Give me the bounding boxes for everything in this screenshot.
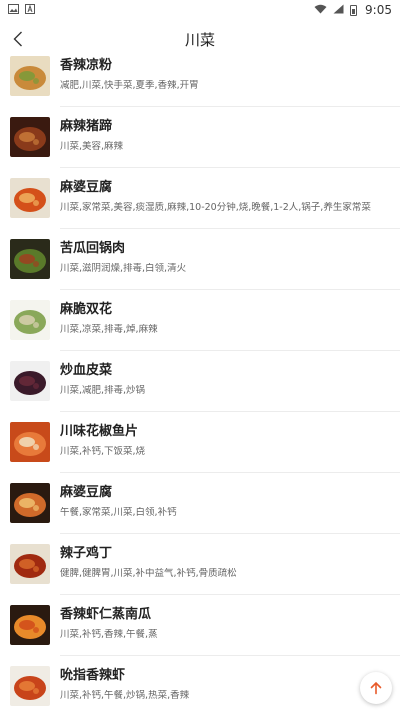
recipe-list: 香辣凉粉 减肥,川菜,快手菜,夏季,香辣,开胃 麻辣猪蹄 川菜,美容,麻辣 麻婆豆腐 川菜…	[0, 46, 400, 711]
recipe-title: 辣子鸡丁	[60, 546, 113, 561]
recipe-title: 炒血皮菜	[60, 363, 113, 378]
recipe-list-item[interactable]: 苦瓜回锅肉川菜,滋阴润燥,排毒,白领,清火	[0, 229, 400, 290]
recipe-thumbnail	[10, 605, 50, 645]
recipe-thumbnail	[10, 666, 50, 706]
recipe-tags: 川菜,凉菜,排毒,焯,麻辣	[60, 324, 158, 335]
recipe-text: 香辣凉粉减肥,川菜,快手菜,夏季,香辣,开胃	[60, 58, 394, 92]
recipe-title: 香辣凉粉	[60, 58, 113, 73]
recipe-text: 吮指香辣虾川菜,补钙,午餐,炒锅,热菜,香辣	[60, 668, 394, 702]
recipe-list-item[interactable]: 香辣凉粉减肥,川菜,快手菜,夏季,香辣,开胃	[0, 46, 400, 107]
recipe-tags: 川菜,美容,麻辣	[60, 141, 124, 152]
recipe-text: 麻辣猪蹄川菜,美容,麻辣	[60, 119, 394, 153]
recipe-tags: 川菜,补钙,下饭菜,烧	[60, 446, 146, 457]
arrow-up-icon	[370, 681, 382, 695]
recipe-title: 苦瓜回锅肉	[60, 241, 126, 256]
wifi-icon	[314, 3, 327, 17]
recipe-text: 辣子鸡丁健脾,健脾胃,川菜,补中益气,补钙,骨质疏松	[60, 546, 394, 580]
chevron-left-icon	[13, 31, 22, 47]
recipe-text: 麻婆豆腐午餐,家常菜,川菜,白领,补钙	[60, 485, 394, 519]
recipe-tags: 健脾,健脾胃,川菜,补中益气,补钙,骨质疏松	[60, 568, 237, 579]
recipe-thumbnail	[10, 178, 50, 218]
recipe-list-item[interactable]: 辣子鸡丁健脾,健脾胃,川菜,补中益气,补钙,骨质疏松	[0, 534, 400, 595]
recipe-title: 麻脆双花	[60, 302, 113, 317]
recipe-list-item[interactable]: 麻婆豆腐川菜,家常菜,美容,痰湿质,麻辣,10-20分钟,烧,晚餐,1-2人,锅…	[0, 168, 400, 229]
status-bar: 9:05	[0, 0, 400, 20]
recipe-tags: 减肥,川菜,快手菜,夏季,香辣,开胃	[60, 80, 199, 91]
recipe-title: 麻婆豆腐	[60, 180, 113, 195]
recipe-thumbnail	[10, 361, 50, 401]
recipe-text: 炒血皮菜川菜,减肥,排毒,炒锅	[60, 363, 394, 397]
battery-icon	[350, 4, 358, 16]
recipe-tags: 川菜,滋阴润燥,排毒,白领,清火	[60, 263, 187, 274]
status-right: 9:05	[314, 3, 392, 17]
recipe-thumbnail	[10, 544, 50, 584]
recipe-list-item[interactable]: 麻辣猪蹄川菜,美容,麻辣	[0, 107, 400, 168]
signal-icon	[333, 3, 344, 17]
recipe-thumbnail	[10, 300, 50, 340]
status-left	[8, 3, 35, 17]
recipe-list-item[interactable]: 麻婆豆腐午餐,家常菜,川菜,白领,补钙	[0, 473, 400, 534]
recipe-thumbnail	[10, 483, 50, 523]
recipe-text: 苦瓜回锅肉川菜,滋阴润燥,排毒,白领,清火	[60, 241, 394, 275]
recipe-title: 麻婆豆腐	[60, 485, 113, 500]
recipe-thumbnail	[10, 117, 50, 157]
scroll-to-top-button[interactable]	[360, 672, 392, 704]
recipe-list-item[interactable]: 炒血皮菜川菜,减肥,排毒,炒锅	[0, 351, 400, 412]
recipe-tags: 川菜,减肥,排毒,炒锅	[60, 385, 146, 396]
recipe-tags: 午餐,家常菜,川菜,白领,补钙	[60, 507, 177, 518]
recipe-thumbnail	[10, 239, 50, 279]
recipe-title: 香辣虾仁蒸南瓜	[60, 607, 152, 622]
text-notification-icon	[25, 3, 35, 17]
recipe-list-item[interactable]: 川味花椒鱼片川菜,补钙,下饭菜,烧	[0, 412, 400, 473]
recipe-title: 川味花椒鱼片	[60, 424, 139, 439]
recipe-list-item[interactable]: 吮指香辣虾川菜,补钙,午餐,炒锅,热菜,香辣	[0, 656, 400, 711]
recipe-tags: 川菜,补钙,午餐,炒锅,热菜,香辣	[60, 690, 190, 701]
recipe-thumbnail	[10, 422, 50, 462]
recipe-title: 麻辣猪蹄	[60, 119, 113, 134]
recipe-text: 麻婆豆腐川菜,家常菜,美容,痰湿质,麻辣,10-20分钟,烧,晚餐,1-2人,锅…	[60, 180, 394, 214]
recipe-list-item[interactable]: 麻脆双花川菜,凉菜,排毒,焯,麻辣	[0, 290, 400, 351]
recipe-text: 香辣虾仁蒸南瓜川菜,补钙,香辣,午餐,蒸	[60, 607, 394, 641]
recipe-text: 川味花椒鱼片川菜,补钙,下饭菜,烧	[60, 424, 394, 458]
recipe-title: 吮指香辣虾	[60, 668, 126, 683]
recipe-tags: 川菜,家常菜,美容,痰湿质,麻辣,10-20分钟,烧,晚餐,1-2人,锅子,养生…	[60, 202, 371, 213]
recipe-list-item[interactable]: 香辣虾仁蒸南瓜川菜,补钙,香辣,午餐,蒸	[0, 595, 400, 656]
recipe-tags: 川菜,补钙,香辣,午餐,蒸	[60, 629, 158, 640]
image-notification-icon	[8, 3, 19, 17]
status-time: 9:05	[365, 3, 392, 17]
recipe-thumbnail	[10, 56, 50, 96]
recipe-text: 麻脆双花川菜,凉菜,排毒,焯,麻辣	[60, 302, 394, 336]
